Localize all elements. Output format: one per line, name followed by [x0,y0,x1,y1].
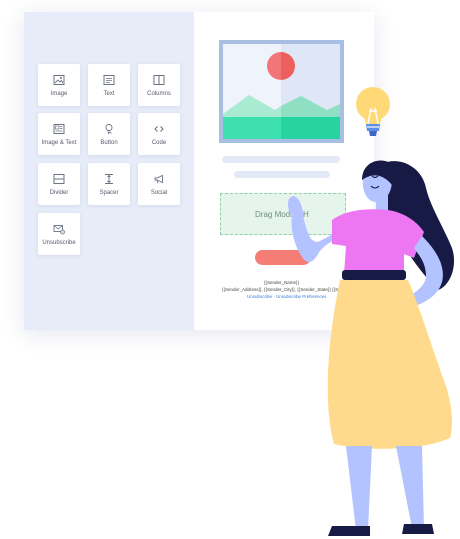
image-text-icon [53,123,65,134]
text-icon [103,74,115,85]
module-unsubscribe[interactable]: Unsubscribe [38,213,80,255]
spacer-icon [105,173,113,184]
module-label: Image [50,90,68,97]
module-button[interactable]: Button [88,113,130,155]
button-icon [105,123,113,134]
hero-image-placeholder[interactable] [219,40,344,143]
megaphone-icon [154,174,163,183]
module-label: Spacer [99,189,119,196]
module-image-text[interactable]: Image & Text [38,113,80,155]
woman-illustration [287,160,455,536]
module-spacer[interactable]: Spacer [88,163,130,205]
lightbulb-icon [356,87,390,136]
module-label: Unsubscribe [42,239,76,246]
code-icon [154,125,164,132]
landscape-illustration [223,44,340,139]
unsubscribe-icon [53,224,65,234]
module-label: Text [103,90,115,97]
divider-icon [53,173,65,184]
module-text[interactable]: Text [88,64,130,106]
image-icon [53,74,65,85]
module-label: Social [150,189,168,196]
module-label: Columns [147,90,171,97]
module-label: Code [151,139,167,146]
modules-panel: Image Text Columns Image & Text Button C… [24,12,194,330]
module-code[interactable]: Code [138,113,180,155]
module-label: Divider [49,189,69,196]
module-social[interactable]: Social [138,163,180,205]
module-label: Image & Text [41,139,77,146]
module-label: Button [100,139,118,146]
columns-icon [153,74,165,85]
module-divider[interactable]: Divider [38,163,80,205]
module-image[interactable]: Image [38,64,80,106]
module-columns[interactable]: Columns [138,64,180,106]
